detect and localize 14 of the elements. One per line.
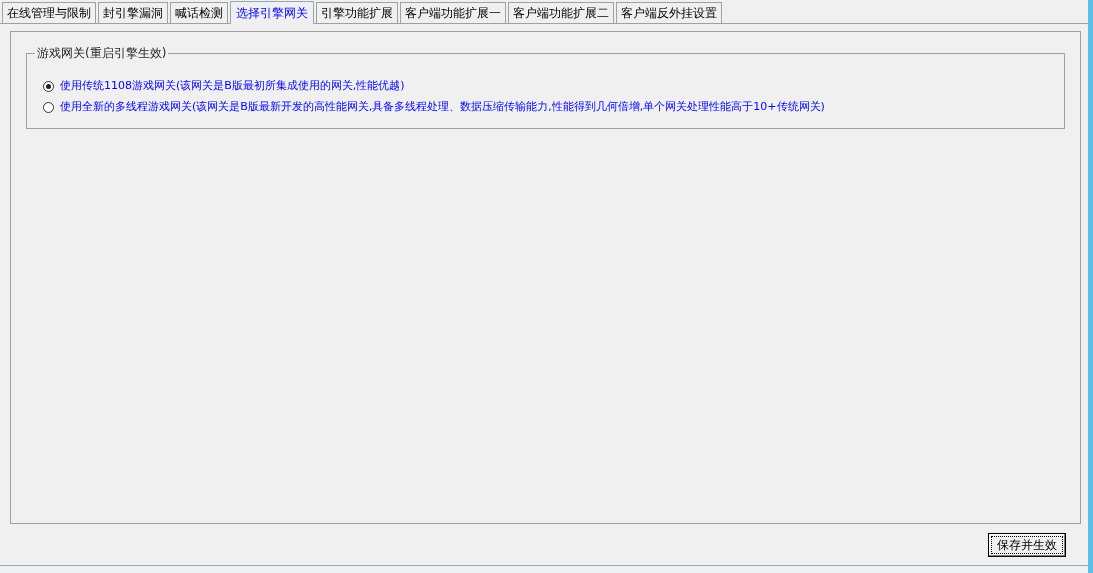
radio-label[interactable]: 使用全新的多线程游戏网关(该网关是B版最新开发的高性能网关,具备多线程处理、数据压缩传输能力,性能得到几何倍增,单个网关处理性能高于10+传统网关) [60,100,825,114]
tab[interactable]: 在线管理与限制 [2,2,96,23]
tab[interactable]: 客户端功能扩展二 [508,2,614,23]
radio-button[interactable] [43,80,54,92]
group-title: 游戏网关(重启引擎生效) [36,46,168,60]
tab[interactable]: 选择引擎网关 [230,1,314,24]
tab[interactable]: 客户端反外挂设置 [616,2,722,23]
tab[interactable]: 封引擎漏洞 [98,2,168,23]
tab[interactable]: 喊话检测 [170,2,228,23]
radio-label[interactable]: 使用传统1108游戏网关(该网关是B版最初所集成使用的网关,性能优越) [60,79,405,93]
radio-button[interactable] [43,101,54,113]
save-button[interactable]: 保存并生效 [988,533,1066,557]
tab[interactable]: 引擎功能扩展 [316,2,398,23]
tab[interactable]: 客户端功能扩展一 [400,2,506,23]
